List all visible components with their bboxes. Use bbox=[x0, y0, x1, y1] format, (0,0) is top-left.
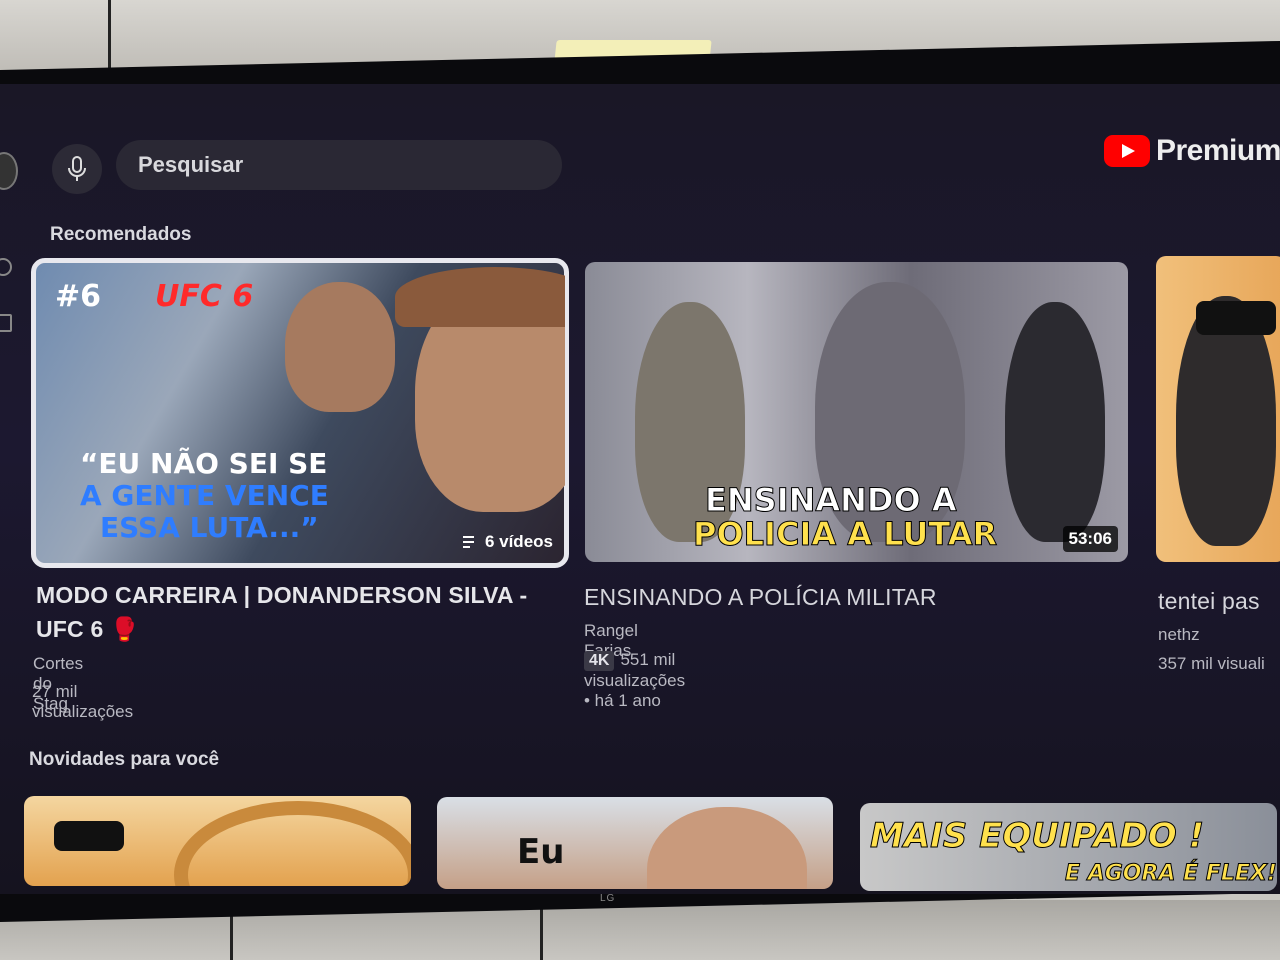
video-thumbnail[interactable]: #6 UFC 6 “EU NÃO SEI SE A GENTE VENCE ES… bbox=[31, 258, 569, 568]
channel-name: nethz bbox=[1158, 625, 1200, 644]
thumbnail-headline: ENSINANDO A bbox=[705, 481, 958, 519]
video-thumbnail[interactable]: MAIS EQUIPADO ! E AGORA É FLEX! bbox=[860, 803, 1277, 891]
thumbnail-headline: MAIS EQUIPADO ! bbox=[869, 816, 1205, 856]
youtube-logo-icon bbox=[1104, 135, 1150, 167]
video-thumbnail[interactable] bbox=[1156, 256, 1280, 562]
tv-brand-logo: LG bbox=[600, 893, 616, 904]
video-meta: 4K 551 mil visualizações • há 1 ano bbox=[584, 650, 685, 711]
quality-badge: 4K bbox=[584, 651, 615, 671]
thumbnail-quote-line: “EU NÃO SEI SE bbox=[80, 447, 328, 480]
thumbnail-arch bbox=[174, 801, 411, 886]
search-placeholder: Pesquisar bbox=[138, 152, 244, 177]
thumbnail-cap bbox=[395, 267, 565, 327]
home-icon[interactable] bbox=[0, 314, 12, 332]
video-title: MODO CARREIRA | DONANDERSON SILVA - UFC … bbox=[36, 582, 528, 642]
video-title: tentei pas bbox=[1158, 588, 1260, 614]
thumbnail-person bbox=[285, 282, 395, 412]
section-title-news: Novidades para você bbox=[29, 749, 220, 770]
section-title-recommended: Recomendados bbox=[50, 224, 192, 245]
youtube-premium-logo: Premium bbox=[1104, 134, 1280, 168]
voice-search-button[interactable] bbox=[52, 144, 102, 194]
playlist-badge: 6 vídeos bbox=[462, 532, 553, 552]
view-count: 27 mil visualizações bbox=[32, 682, 134, 721]
vr-headset-icon bbox=[1196, 301, 1276, 335]
brand-name: Premium bbox=[1156, 134, 1280, 167]
video-thumbnail[interactable] bbox=[24, 796, 411, 886]
video-duration: 53:06 bbox=[1062, 526, 1118, 552]
thumbnail-headline: E AGORA É FLEX! bbox=[1065, 861, 1277, 886]
search-input[interactable]: Pesquisar bbox=[116, 140, 562, 190]
thumbnail-episode-tag: #6 bbox=[55, 279, 102, 314]
thumbnail-game-title: UFC 6 bbox=[155, 279, 254, 314]
playlist-count: 6 vídeos bbox=[484, 532, 553, 551]
cable bbox=[540, 905, 543, 960]
video-title: ENSINANDO A POLÍCIA MILITAR bbox=[584, 584, 937, 610]
microphone-icon bbox=[68, 156, 86, 181]
thumbnail-quote-line: A GENTE VENCE bbox=[80, 479, 329, 512]
vr-headset-icon bbox=[54, 821, 124, 851]
thumbnail-quote-line: ESSA LUTA...” bbox=[100, 511, 319, 544]
thumbnail-headline: POLICIA A LUTAR bbox=[692, 515, 998, 553]
thumbnail-person bbox=[1005, 302, 1105, 542]
video-thumbnail[interactable]: ENSINANDO A POLICIA A LUTAR 53:06 bbox=[585, 262, 1128, 562]
thumbnail-person bbox=[647, 807, 807, 889]
video-thumbnail[interactable]: Eu bbox=[437, 797, 833, 889]
playlist-icon bbox=[462, 536, 474, 548]
view-count: 357 mil visuali bbox=[1158, 654, 1265, 673]
thumbnail-caption: Eu bbox=[517, 832, 565, 872]
